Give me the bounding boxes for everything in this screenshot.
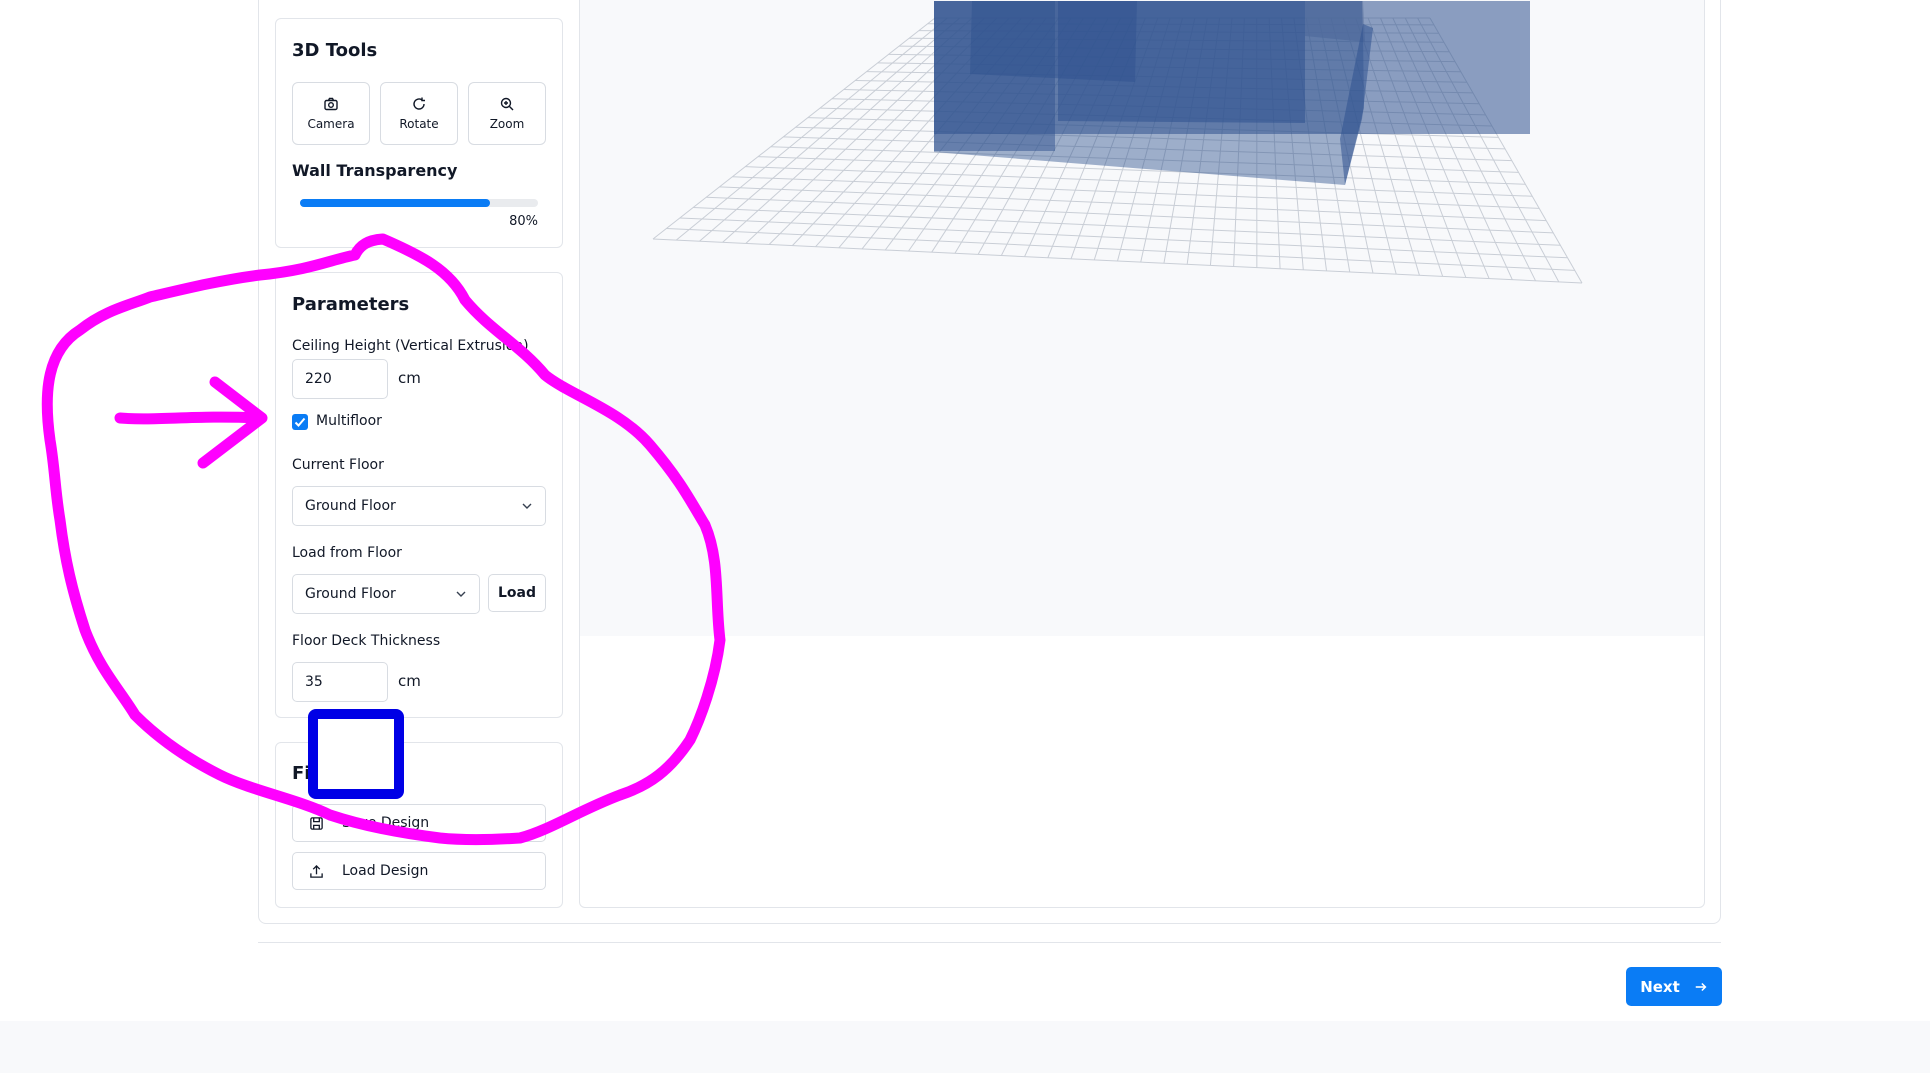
multifloor-checkbox[interactable] <box>292 414 308 430</box>
wall-transparency-slider[interactable] <box>300 199 538 207</box>
wall-transparency-value: 80% <box>509 214 538 229</box>
load-floor-button[interactable]: Load <box>488 574 546 612</box>
walls <box>934 1 1530 185</box>
ceiling-height-input[interactable]: 220 <box>292 359 388 399</box>
parameters-panel: Parameters Ceiling Height (Vertical Extr… <box>275 272 563 718</box>
ceiling-height-unit: cm <box>398 369 421 387</box>
save-design-button[interactable]: Save Design <box>292 804 546 842</box>
chevron-down-icon <box>456 591 466 597</box>
3d-viewport[interactable] <box>579 0 1705 908</box>
wall-transparency-label: Wall Transparency <box>292 161 458 180</box>
rotate-icon <box>413 97 425 110</box>
tools-panel: 3D Tools Camera Rotate Zoom Wall Transpa… <box>275 18 563 248</box>
load-design-label: Load Design <box>342 863 429 879</box>
floor-deck-unit: cm <box>398 672 421 690</box>
zoom-label: Zoom <box>489 117 525 131</box>
3d-scene <box>652 1 1583 284</box>
footer-divider <box>258 942 1721 943</box>
load-from-floor-label: Load from Floor <box>292 545 402 561</box>
next-button-label: Next <box>1640 977 1680 996</box>
rotate-button[interactable]: Rotate <box>380 82 458 145</box>
arrow-right-icon <box>1695 982 1707 991</box>
current-floor-select[interactable]: Ground Floor <box>292 486 546 526</box>
page-footer-band <box>0 1021 1930 1073</box>
floor-deck-input[interactable]: 35 <box>292 662 388 702</box>
files-panel: Files Save Design Load Design <box>275 742 563 908</box>
current-floor-label: Current Floor <box>292 457 384 473</box>
load-from-floor-value: Ground Floor <box>305 586 396 602</box>
zoom-icon <box>500 97 514 111</box>
wall-front <box>934 1 1364 185</box>
next-button[interactable]: Next <box>1626 967 1722 1006</box>
files-panel-title: Files <box>292 763 340 784</box>
chevron-down-icon <box>522 503 532 509</box>
ceiling-height-label: Ceiling Height (Vertical Extrusion) <box>292 338 529 354</box>
save-icon <box>310 817 323 830</box>
load-floor-button-label: Load <box>497 585 536 601</box>
camera-label: Camera <box>307 117 355 131</box>
annotation-arrow <box>114 376 268 469</box>
upload-icon <box>310 864 323 878</box>
save-design-label: Save Design <box>342 815 430 831</box>
rotate-label: Rotate <box>399 117 439 131</box>
parameters-panel-title: Parameters <box>292 294 410 315</box>
floor-deck-label: Floor Deck Thickness <box>292 633 441 649</box>
camera-button[interactable]: Camera <box>292 82 370 145</box>
load-design-button[interactable]: Load Design <box>292 852 546 890</box>
checkmark-icon <box>294 417 306 427</box>
camera-icon <box>324 97 338 111</box>
load-from-floor-select[interactable]: Ground Floor <box>292 574 480 614</box>
current-floor-value: Ground Floor <box>305 498 396 514</box>
zoom-button[interactable]: Zoom <box>468 82 546 145</box>
wall-transparency-fill <box>300 199 491 207</box>
tools-panel-title: 3D Tools <box>292 40 378 61</box>
multifloor-label: Multifloor <box>316 413 382 429</box>
